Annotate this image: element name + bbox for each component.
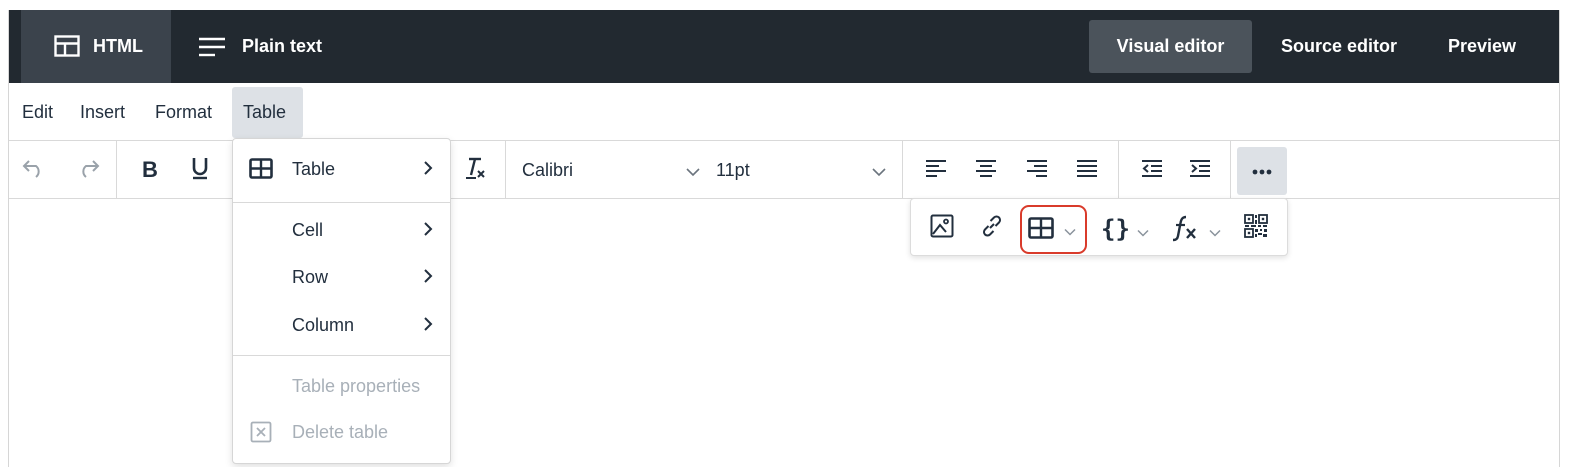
lines-icon bbox=[198, 37, 226, 57]
redo-button[interactable] bbox=[73, 155, 103, 185]
toolbar-separator bbox=[902, 141, 903, 199]
menu-table[interactable]: Table bbox=[232, 87, 303, 138]
align-justify-icon bbox=[1076, 159, 1098, 182]
chevron-down-icon bbox=[686, 161, 700, 182]
mode-tab-html[interactable]: HTML bbox=[21, 10, 171, 83]
font-family-value: Calibri bbox=[522, 159, 574, 180]
redo-icon bbox=[76, 158, 100, 183]
indent-button[interactable] bbox=[1186, 155, 1214, 185]
menu-edit[interactable]: Edit bbox=[11, 87, 64, 138]
align-right-icon bbox=[1026, 159, 1048, 182]
ellipsis-icon bbox=[1252, 162, 1272, 180]
outdent-icon bbox=[1141, 159, 1163, 182]
indent-icon bbox=[1189, 159, 1211, 182]
chevron-right-icon bbox=[423, 160, 433, 181]
menu-item-table[interactable]: Table bbox=[233, 146, 450, 192]
align-left-button[interactable] bbox=[922, 155, 950, 185]
menubar: Edit Insert Format Table bbox=[9, 83, 1559, 141]
menu-insert[interactable]: Insert bbox=[69, 87, 136, 138]
font-size-value: 11pt bbox=[716, 159, 750, 180]
clear-formatting-button[interactable] bbox=[460, 155, 490, 185]
font-family-select[interactable]: Calibri bbox=[522, 151, 700, 189]
layout-icon bbox=[54, 35, 80, 57]
toolbar-separator bbox=[505, 141, 506, 199]
mode-tab-label: HTML bbox=[93, 36, 143, 56]
font-size-select[interactable]: 11pt bbox=[716, 151, 886, 189]
toolbar-separator bbox=[116, 141, 117, 199]
menu-format[interactable]: Format bbox=[144, 87, 223, 138]
top-bar: HTML Plain text Visual editor Source edi… bbox=[9, 10, 1559, 83]
align-justify-button[interactable] bbox=[1073, 155, 1101, 185]
undo-icon bbox=[22, 158, 46, 183]
menu-item-label: Table bbox=[292, 158, 336, 179]
toolbar-separator bbox=[1230, 141, 1231, 199]
clear-formatting-icon bbox=[464, 156, 486, 185]
align-center-button[interactable] bbox=[972, 155, 1000, 185]
underline-icon bbox=[191, 156, 209, 185]
tab-source-editor[interactable]: Source editor bbox=[1260, 20, 1418, 73]
editor-frame: HTML Plain text Visual editor Source edi… bbox=[8, 10, 1560, 467]
align-right-button[interactable] bbox=[1023, 155, 1051, 185]
table-icon bbox=[249, 158, 273, 184]
more-toolbar-button[interactable] bbox=[1237, 147, 1287, 195]
align-center-icon bbox=[975, 159, 997, 182]
editor-content-area[interactable] bbox=[9, 200, 1559, 467]
outdent-button[interactable] bbox=[1138, 155, 1166, 185]
toolbar-separator bbox=[1118, 141, 1119, 199]
undo-button[interactable] bbox=[19, 155, 49, 185]
tab-visual-editor[interactable]: Visual editor bbox=[1089, 20, 1252, 73]
underline-button[interactable] bbox=[187, 155, 213, 185]
bold-button[interactable]: B bbox=[137, 155, 163, 185]
mode-tab-plain-text[interactable]: Plain text bbox=[171, 10, 351, 83]
chevron-down-icon bbox=[872, 161, 886, 182]
bold-icon: B bbox=[142, 157, 158, 182]
mode-tab-label: Plain text bbox=[242, 36, 323, 56]
tab-preview[interactable]: Preview bbox=[1427, 20, 1537, 73]
align-left-icon bbox=[925, 159, 947, 182]
